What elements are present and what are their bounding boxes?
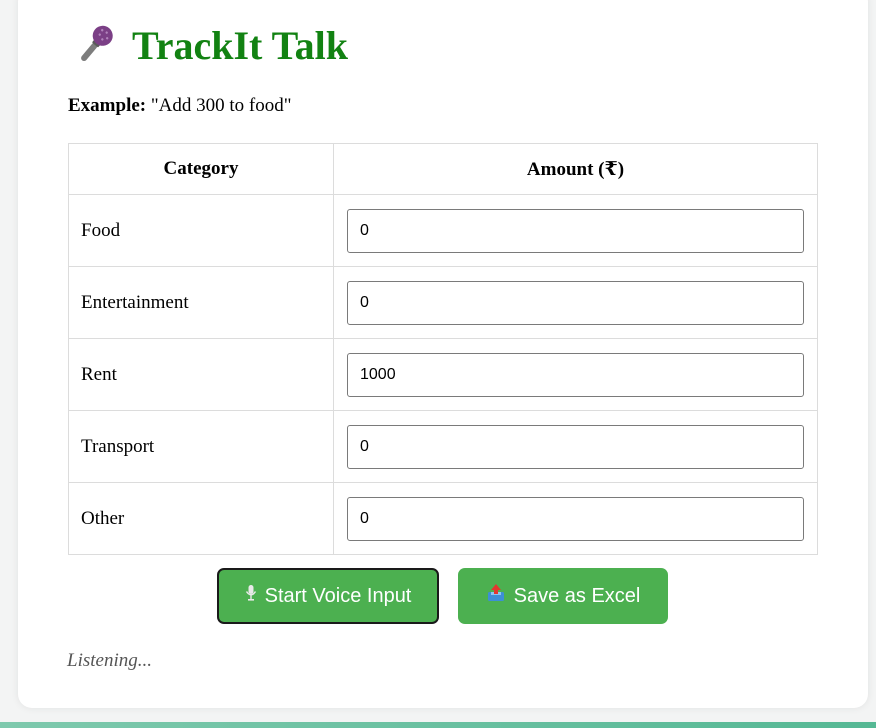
outbox-tray-icon (486, 583, 506, 609)
status-text: Listening... (67, 650, 152, 671)
food-amount-input[interactable] (347, 208, 804, 253)
save-as-excel-label: Save as Excel (513, 584, 641, 607)
category-other: Other (68, 482, 334, 555)
example-text: "Add 300 to food" (150, 95, 292, 116)
rent-amount-input[interactable] (347, 352, 804, 397)
app-title: TrackIt Talk (132, 22, 348, 68)
microphone-icon (72, 22, 118, 68)
start-voice-input-button[interactable]: Start Voice Input (217, 568, 439, 624)
header-category: Category (68, 143, 334, 195)
table-header-row: Category Amount (₹) (68, 143, 818, 195)
save-as-excel-button[interactable]: Save as Excel (458, 568, 668, 624)
category-rent: Rent (68, 338, 334, 411)
studio-microphone-icon (245, 584, 257, 608)
transport-amount-input[interactable] (347, 424, 804, 469)
start-voice-input-label: Start Voice Input (264, 584, 412, 607)
category-transport: Transport (68, 410, 334, 483)
category-food: Food (68, 194, 334, 267)
bottom-accent-bar (0, 722, 876, 728)
table-row: Food (68, 194, 818, 267)
table-row: Transport (68, 410, 818, 483)
table-row: Entertainment (68, 266, 818, 339)
other-amount-input[interactable] (347, 496, 804, 541)
category-entertainment: Entertainment (68, 266, 334, 339)
example-hint: Example: "Add 300 to food" (68, 95, 291, 117)
table-row: Other (68, 482, 818, 555)
budget-table: Category Amount (₹) Food Entertainment R… (68, 143, 818, 555)
app-header: TrackIt Talk (72, 20, 348, 70)
header-amount: Amount (₹) (333, 143, 818, 195)
table-row: Rent (68, 338, 818, 411)
entertainment-amount-input[interactable] (347, 280, 804, 325)
example-label: Example: (68, 95, 147, 116)
